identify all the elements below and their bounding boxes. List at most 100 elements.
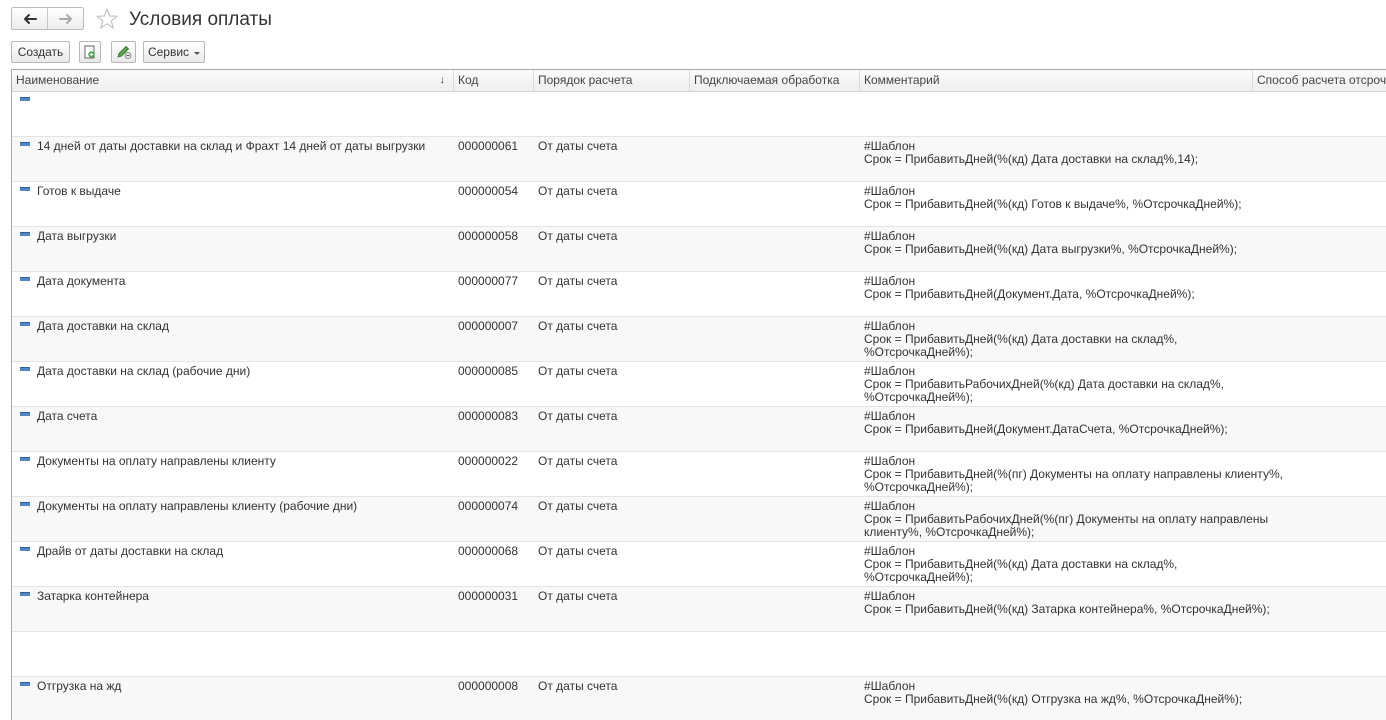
comment-line: Срок = ПрибавитьДней(Документ.Дата, %Отс… [864, 287, 1195, 301]
comment-line: Срок = ПрибавитьДней(%(кд) Готов к выдач… [864, 197, 1242, 211]
item-icon [20, 502, 30, 506]
service-label: Сервис [147, 45, 190, 59]
cell-name: Дата доставки на склад (рабочие дни) [37, 364, 251, 378]
item-icon [20, 187, 30, 191]
item-icon [20, 457, 30, 461]
item-icon [20, 547, 30, 551]
table-row[interactable]: 14 дней от даты доставки на склад и Фрах… [12, 137, 1386, 182]
cell-order: От даты счета [538, 184, 618, 198]
payment-terms-table: Наименование ↓ Код Порядок расчета Подкл… [11, 69, 1386, 720]
sort-descending-icon: ↓ [439, 74, 446, 86]
column-header-name-label: Наименование [16, 73, 100, 87]
cell-name: Дата доставки на склад [37, 319, 169, 333]
item-icon [20, 592, 30, 596]
item-icon [20, 367, 30, 371]
cell-name: Отгрузка на жд [37, 679, 122, 693]
create-button[interactable]: Создать [11, 41, 70, 63]
comment-line: Срок = ПрибавитьДней(%(кд) Дата доставки… [864, 152, 1199, 166]
cell-comment: #Шаблон Срок = ПрибавитьДней(%(кд) Затарк… [864, 590, 1270, 616]
column-header-name[interactable]: Наименование ↓ [12, 70, 454, 91]
column-header-code[interactable]: Код [454, 70, 534, 91]
table-header: Наименование ↓ Код Порядок расчета Подкл… [12, 70, 1386, 92]
arrow-left-icon [23, 13, 37, 24]
cell-order: От даты счета [538, 319, 618, 333]
table-row[interactable]: Драйв от даты доставки на склад 000000068… [12, 542, 1386, 587]
table-row[interactable]: Дата документа 000000077 От даты счета #Шаб… [12, 272, 1386, 317]
item-icon [20, 412, 30, 416]
cell-code: 000000058 [458, 229, 519, 243]
cell-comment: #Шаблон Срок = ПрибавитьДней(%(кд) Дата в… [864, 230, 1237, 256]
cell-name: 14 дней от даты доставки на склад и Фрах… [37, 139, 426, 153]
comment-line: Срок = ПрибавитьДней(%(кд) Отгрузка на ж… [864, 692, 1243, 706]
comment-line: %ОтсрочкаДней%); [864, 570, 974, 584]
item-icon [20, 277, 30, 281]
cell-order: От даты счета [538, 229, 618, 243]
table-row[interactable]: Дата счета 000000083 От даты счета #Шаблон С… [12, 407, 1386, 452]
cell-code: 000000022 [458, 454, 519, 468]
cell-comment: #Шаблон Срок = ПрибавитьДней(%(кд) Дата д… [864, 140, 1198, 166]
comment-line: Срок = ПрибавитьДней(%(кд) Дата выгрузки… [864, 242, 1238, 256]
cell-name: Дата выгрузки [37, 229, 117, 243]
cell-code: 000000074 [458, 499, 519, 513]
cell-code: 000000008 [458, 679, 519, 693]
cell-name: Дата счета [37, 409, 98, 423]
forward-button[interactable] [47, 8, 83, 29]
cell-comment: #Шаблон Срок = ПрибавитьДней(Документ.Дат… [864, 275, 1195, 301]
item-icon [20, 97, 30, 101]
table-row[interactable]: Документы на оплату направлены клиенту (… [12, 497, 1386, 542]
cell-order: От даты счета [538, 364, 618, 378]
cell-code: 000000068 [458, 544, 519, 558]
cell-name: Документы на оплату направлены клиенту (… [37, 499, 358, 513]
cell-name: Готов к выдаче [37, 184, 121, 198]
table-row[interactable]: Дата доставки на склад (рабочие дни) 0000… [12, 362, 1386, 407]
item-icon [20, 682, 30, 686]
table-row[interactable]: Затарка контейнера 000000031 От даты счета… [12, 587, 1386, 632]
cell-comment: #Шаблон Срок = ПрибавитьРабочихДней(%(пг)… [864, 500, 1268, 539]
cell-comment: #Шаблон Срок = ПрибавитьДней(Документ.Дат… [864, 410, 1228, 436]
cell-order: От даты счета [538, 139, 618, 153]
item-icon [20, 142, 30, 146]
favorite-star-icon[interactable] [95, 7, 119, 31]
page-title: Условия оплаты [129, 9, 272, 30]
cell-code: 000000085 [458, 364, 519, 378]
table-row[interactable]: Отгрузка на жд 000000008 От даты счета #Шаб… [12, 677, 1386, 720]
comment-line: %ОтсрочкаДней%); [864, 480, 974, 494]
cell-order: От даты счета [538, 454, 618, 468]
cell-code: 000000007 [458, 319, 519, 333]
cell-comment: #Шаблон Срок = ПрибавитьДней(%(кд) Дата д… [864, 320, 1177, 359]
column-header-comment[interactable]: Комментарий [860, 70, 1253, 91]
table-row[interactable]: Готов к выдаче 000000054 От даты счета #Шаб… [12, 182, 1386, 227]
back-button[interactable] [12, 8, 47, 29]
cell-order: От даты счета [538, 409, 618, 423]
edit-button[interactable] [111, 41, 136, 63]
service-menu-button[interactable]: Сервис [143, 41, 205, 63]
comment-line: %ОтсрочкаДней%); [864, 345, 974, 359]
cell-code: 000000061 [458, 139, 519, 153]
cell-comment: #Шаблон Срок = ПрибавитьДней(%(пг) Докуме… [864, 455, 1283, 494]
comment-line: Срок = ПрибавитьДней(%(кд) Затарка конте… [864, 602, 1270, 616]
cell-order: От даты счета [538, 274, 618, 288]
cell-name: Драйв от даты доставки на склад [37, 544, 224, 558]
column-header-deferral[interactable]: Способ расчета отсрочки [1253, 70, 1386, 91]
cell-code: 000000031 [458, 589, 519, 603]
cell-order: От даты счета [538, 499, 618, 513]
comment-line: клиенту%, %ОтсрочкаДней%); [864, 525, 1035, 539]
table-row[interactable] [12, 92, 1386, 137]
navigation-buttons [11, 7, 84, 30]
table-row[interactable]: Дата доставки на склад 000000007 От даты с… [12, 317, 1386, 362]
arrow-right-icon [58, 13, 72, 24]
comment-line: Срок = ПрибавитьДней(Документ.ДатаСчета,… [864, 422, 1228, 436]
column-header-order[interactable]: Порядок расчета [534, 70, 690, 91]
comment-line: %ОтсрочкаДней%); [864, 390, 974, 404]
copy-document-icon [84, 45, 95, 59]
copy-button[interactable] [79, 41, 101, 63]
chevron-down-icon [194, 51, 201, 55]
cell-comment: #Шаблон Срок = ПрибавитьДней(%(кд) Готов … [864, 185, 1242, 211]
table-row[interactable]: Дата выгрузки 000000058 От даты счета #Шабл… [12, 227, 1386, 272]
cell-code: 000000077 [458, 274, 519, 288]
cell-order: От даты счета [538, 589, 618, 603]
table-row[interactable]: Документы на оплату направлены клиенту 00… [12, 452, 1386, 497]
table-row[interactable] [12, 632, 1386, 677]
item-icon [20, 232, 30, 236]
column-header-handler[interactable]: Подключаемая обработка [690, 70, 860, 91]
